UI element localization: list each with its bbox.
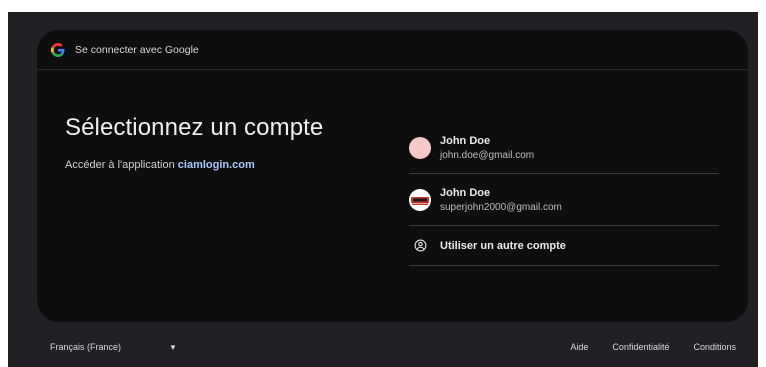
footer-links: Aide Confidentialité Conditions (546, 342, 736, 352)
avatar (409, 136, 431, 159)
intro-section: Sélectionnez un compte Accéder à l'appli… (65, 114, 323, 171)
page-title: Sélectionnez un compte (65, 114, 324, 141)
account-item[interactable]: John Doe john.doe@gmail.com (409, 122, 719, 174)
account-email: john.doe@gmail.com (440, 149, 535, 161)
app-name-link[interactable]: ciamlogin.com (178, 159, 255, 171)
avatar (409, 188, 431, 211)
footer: Français (France) ▼ Aide Confidentialité… (8, 340, 758, 356)
use-another-account-label: Utiliser un autre compte (440, 239, 566, 252)
account-circle-icon (409, 235, 431, 257)
language-selector[interactable]: Français (France) ▼ (50, 342, 177, 352)
account-list: John Doe john.doe@gmail.com John Doe sup… (409, 122, 719, 266)
logo-avatar-icon (409, 188, 431, 211)
google-g-icon (51, 42, 65, 57)
card-header: Se connecter avec Google (37, 30, 748, 70)
account-email: superjohn2000@gmail.com (440, 201, 562, 213)
account-text: John Doe superjohn2000@gmail.com (440, 187, 562, 213)
privacy-link[interactable]: Confidentialité (612, 342, 669, 352)
account-name: John Doe (440, 134, 491, 147)
terms-link[interactable]: Conditions (693, 342, 736, 352)
header-title: Se connecter avec Google (75, 43, 199, 56)
account-text: John Doe john.doe@gmail.com (440, 135, 534, 161)
language-label: Français (France) (50, 342, 122, 352)
account-name: John Doe (440, 186, 491, 199)
subtitle: Accéder à l'application ciamlogin.com (65, 159, 323, 171)
account-item[interactable]: John Doe superjohn2000@gmail.com (409, 174, 719, 226)
signin-card: Se connecter avec Google Sélectionnez un… (37, 30, 748, 322)
help-link[interactable]: Aide (570, 342, 588, 352)
subtitle-prefix: Accéder à l'application (65, 159, 178, 171)
use-another-account-button[interactable]: Utiliser un autre compte (409, 226, 719, 266)
caret-down-icon: ▼ (169, 342, 177, 352)
page-frame: Se connecter avec Google Sélectionnez un… (8, 12, 758, 367)
